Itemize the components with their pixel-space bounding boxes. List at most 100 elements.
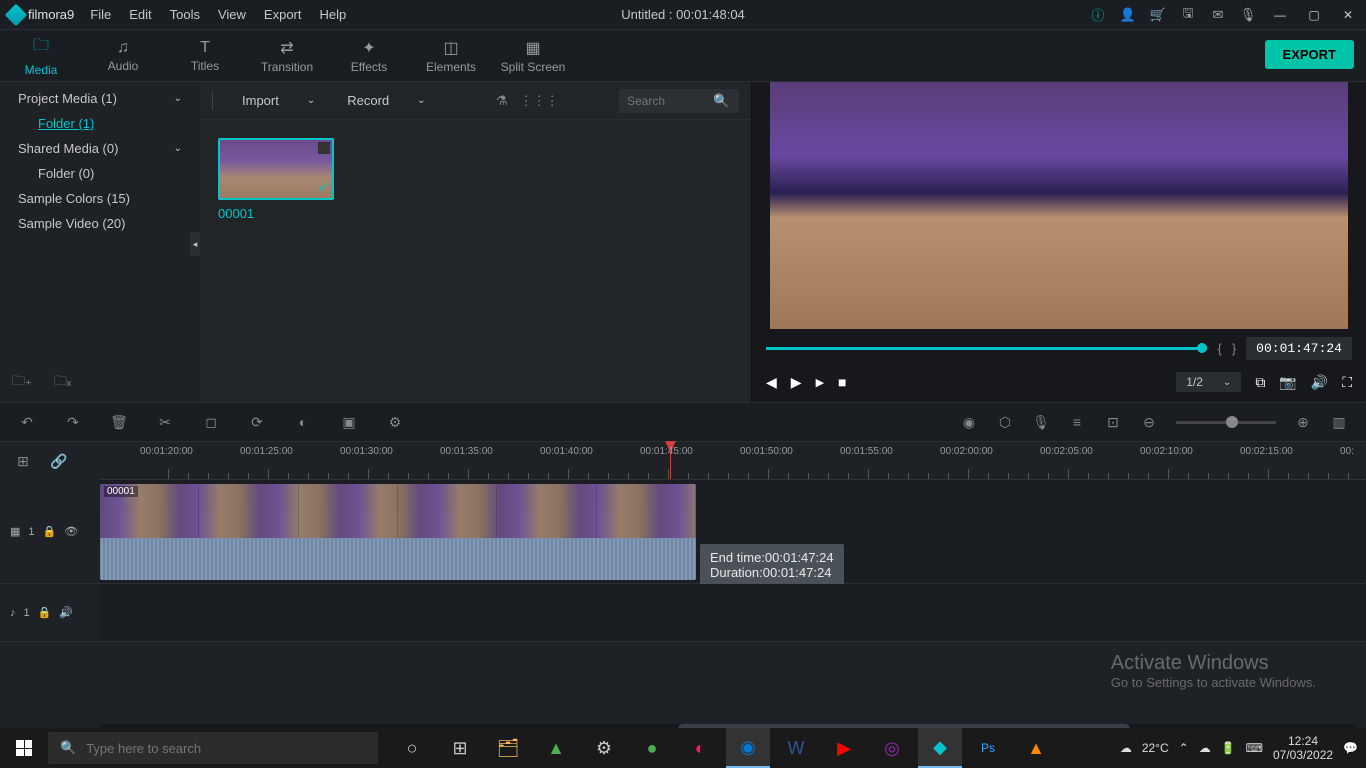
- edge-icon[interactable]: ◉: [726, 728, 770, 768]
- minimize-button[interactable]: —: [1270, 8, 1290, 22]
- weather-icon[interactable]: ☁: [1120, 741, 1132, 755]
- photoshop-icon[interactable]: Ps: [966, 728, 1010, 768]
- explorer-icon[interactable]: 🗂: [486, 728, 530, 768]
- tab-splitscreen[interactable]: ▦ Split Screen: [492, 30, 574, 82]
- tab-media[interactable]: 🗀 Media: [0, 30, 82, 82]
- snapshot-icon[interactable]: 📷: [1279, 374, 1296, 391]
- weather-temp[interactable]: 22°C: [1142, 741, 1169, 755]
- close-button[interactable]: ✕: [1338, 8, 1358, 22]
- grid-view-icon[interactable]: ⋮⋮⋮: [520, 93, 559, 109]
- search-icon[interactable]: 🔍: [713, 93, 729, 109]
- timeline-manage-icon[interactable]: ⊞: [14, 453, 32, 470]
- word-icon[interactable]: W: [774, 728, 818, 768]
- stop-button[interactable]: ■: [838, 374, 846, 390]
- info-icon[interactable]: ⓘ: [1090, 7, 1106, 23]
- sidebar-shared-media[interactable]: Shared Media (0) ⌄: [0, 136, 200, 161]
- eye-icon[interactable]: 👁: [64, 525, 78, 538]
- prev-frame-button[interactable]: ◀: [766, 374, 777, 391]
- menu-export[interactable]: Export: [264, 7, 302, 22]
- next-frame-button[interactable]: ▶: [816, 376, 824, 389]
- greenscreen-button[interactable]: ▣: [340, 414, 358, 431]
- timecode-display[interactable]: 00:01:47:24: [1246, 337, 1352, 360]
- tab-effects[interactable]: ✦ Effects: [328, 30, 410, 82]
- render-button[interactable]: ◉: [960, 414, 978, 431]
- collapse-sidebar-button[interactable]: ◂: [190, 232, 200, 256]
- zoom-out-button[interactable]: ⊖: [1140, 414, 1158, 431]
- cart-icon[interactable]: 🛒: [1150, 7, 1166, 23]
- tab-transition[interactable]: ⇄ Transition: [246, 30, 328, 82]
- preview-scrubber[interactable]: [766, 347, 1207, 350]
- speaker-icon[interactable]: 🔊: [59, 606, 73, 619]
- undo-button[interactable]: ↶: [18, 414, 36, 431]
- app-icon-3[interactable]: ◐: [678, 728, 722, 768]
- marker-button[interactable]: ⬡: [996, 414, 1014, 431]
- tab-audio[interactable]: ♫ Audio: [82, 30, 164, 82]
- sidebar-sample-colors[interactable]: Sample Colors (15): [0, 186, 200, 211]
- mark-in-button[interactable]: {: [1217, 341, 1221, 356]
- maximize-button[interactable]: ▢: [1304, 8, 1324, 22]
- menu-file[interactable]: File: [90, 7, 111, 22]
- filmora-taskbar-icon[interactable]: ◆: [918, 728, 962, 768]
- media-thumbnail[interactable]: ✓: [218, 138, 334, 200]
- battery-icon[interactable]: 🔋: [1221, 741, 1236, 755]
- cut-button[interactable]: ✂: [156, 414, 174, 431]
- app-icon-1[interactable]: ▲: [534, 728, 578, 768]
- sidebar-folder-0[interactable]: Folder (0): [0, 161, 200, 186]
- taskview-icon[interactable]: ⊞: [438, 728, 482, 768]
- popout-icon[interactable]: ⧉: [1255, 374, 1265, 391]
- vlc-icon[interactable]: ▲: [1014, 728, 1058, 768]
- taskbar-clock[interactable]: 12:24 07/03/2022: [1273, 734, 1333, 763]
- tab-titles[interactable]: T Titles: [164, 30, 246, 82]
- timeline-ruler[interactable]: 00:01:20:0000:01:25:0000:01:30:0000:01:3…: [100, 442, 1366, 480]
- app-icon-5[interactable]: ◎: [870, 728, 914, 768]
- menu-edit[interactable]: Edit: [129, 7, 151, 22]
- play-button[interactable]: ▶: [791, 374, 802, 391]
- delete-folder-icon[interactable]: 🗀ₓ: [54, 372, 71, 394]
- zoom-slider[interactable]: [1176, 421, 1276, 424]
- onedrive-icon[interactable]: ☁: [1199, 741, 1211, 755]
- taskbar-search[interactable]: 🔍: [48, 732, 378, 764]
- preview-video[interactable]: [770, 82, 1348, 329]
- mic-icon[interactable]: 🎙: [1240, 7, 1256, 23]
- sidebar-sample-video[interactable]: Sample Video (20): [0, 211, 200, 236]
- speed-button[interactable]: ⟳: [248, 414, 266, 431]
- redo-button[interactable]: ↷: [64, 414, 82, 431]
- zoom-in-button[interactable]: ⊕: [1294, 414, 1312, 431]
- mail-icon[interactable]: ✉: [1210, 7, 1226, 23]
- timeline-options-button[interactable]: ▥: [1330, 414, 1348, 431]
- audio-track-content[interactable]: [100, 584, 1366, 641]
- lock-icon[interactable]: 🔒: [38, 606, 52, 619]
- adjust-button[interactable]: ⚙: [386, 414, 404, 431]
- scrubber-handle[interactable]: [1197, 343, 1207, 353]
- start-button[interactable]: [0, 728, 48, 768]
- import-dropdown[interactable]: Import ⌄: [232, 89, 325, 112]
- video-clip[interactable]: 00001: [100, 484, 696, 580]
- export-button[interactable]: EXPORT: [1265, 40, 1354, 69]
- video-track-content[interactable]: 00001 End time:00:01:47:24 Duration:00:0…: [100, 480, 1366, 583]
- fit-button[interactable]: ⊡: [1104, 414, 1122, 431]
- account-icon[interactable]: 👤: [1120, 7, 1136, 23]
- preview-quality-select[interactable]: 1/2 ⌄: [1176, 372, 1241, 392]
- fullscreen-icon[interactable]: ⛶: [1342, 374, 1352, 391]
- cortana-icon[interactable]: ○: [390, 728, 434, 768]
- mark-out-button[interactable]: }: [1232, 341, 1236, 356]
- tab-elements[interactable]: ◫ Elements: [410, 30, 492, 82]
- record-dropdown[interactable]: Record ⌄: [337, 89, 435, 112]
- save-icon[interactable]: 🖫: [1180, 7, 1196, 23]
- media-item[interactable]: ✓ 00001: [218, 138, 334, 221]
- lock-icon[interactable]: 🔒: [43, 525, 57, 538]
- zoom-handle[interactable]: [1226, 416, 1238, 428]
- menu-view[interactable]: View: [218, 7, 246, 22]
- menu-help[interactable]: Help: [320, 7, 347, 22]
- notifications-icon[interactable]: 💬: [1343, 741, 1358, 755]
- new-folder-icon[interactable]: 🗀₊: [12, 372, 32, 394]
- voiceover-button[interactable]: 🎙: [1032, 414, 1050, 431]
- search-input[interactable]: [627, 94, 707, 108]
- link-icon[interactable]: 🔗: [50, 453, 68, 470]
- filter-icon[interactable]: ⚗: [496, 93, 508, 109]
- sidebar-folder-1[interactable]: Folder (1): [0, 111, 200, 136]
- delete-button[interactable]: 🗑: [110, 414, 128, 431]
- color-button[interactable]: ◐: [294, 414, 312, 430]
- mixer-button[interactable]: ≡: [1068, 414, 1086, 430]
- tray-chevron-icon[interactable]: ⌃: [1179, 741, 1189, 755]
